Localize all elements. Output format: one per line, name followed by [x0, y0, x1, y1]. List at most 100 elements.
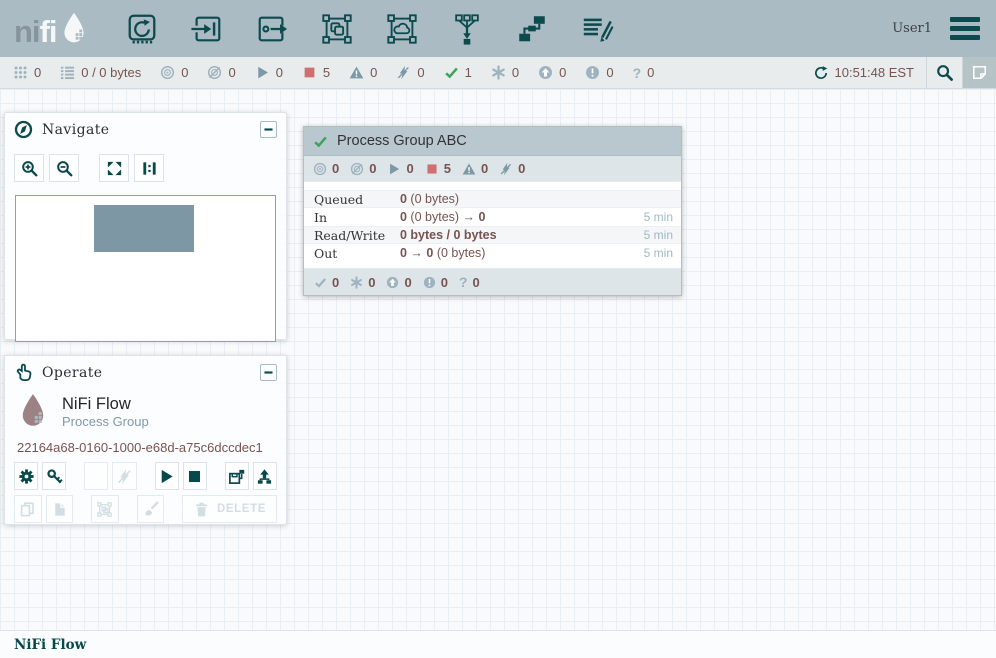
stale-status: 0 [538, 65, 566, 80]
compass-icon [14, 120, 33, 139]
nifi-logo: nifi [14, 11, 89, 47]
processor-icon[interactable] [123, 10, 161, 48]
pg-locally-modified-stale: 0 [423, 275, 448, 290]
status-right: 10:51:48 EST [814, 57, 996, 88]
birdseye-minimap[interactable] [15, 195, 276, 342]
pg-up-to-date: 0 [314, 275, 339, 290]
breadcrumb-root[interactable]: NiFi Flow [14, 637, 86, 653]
zoom-in-icon [21, 160, 38, 177]
configure-button[interactable] [14, 462, 38, 490]
process-group-component[interactable]: Process Group ABC 0 0 0 5 0 0 Queued 0 (… [303, 126, 682, 296]
metric-row-queued: Queued 0 (0 bytes) [304, 190, 681, 208]
disabled-icon [499, 162, 513, 176]
queued-status: 0 / 0 bytes [60, 65, 141, 80]
bolt-icon [88, 468, 105, 485]
one-to-one-icon [141, 160, 158, 177]
stop-button[interactable] [183, 462, 207, 490]
save-template-icon [228, 468, 245, 485]
component-toolbar [123, 10, 616, 48]
zoom-fit-button[interactable] [99, 154, 129, 182]
operate-buttons-row-1 [5, 462, 286, 495]
metric-row-read-write: Read/Write 0 bytes / 0 bytes 5 min [304, 226, 681, 244]
transmitting-icon [313, 162, 327, 176]
trash-icon [193, 501, 210, 518]
enable-button[interactable] [84, 462, 108, 490]
navigate-buttons [5, 146, 286, 186]
copy-button[interactable] [14, 495, 42, 523]
stop-icon [186, 468, 203, 485]
metric-row-in: In 0 (0 bytes) → 0 5 min [304, 208, 681, 226]
zoom-out-button[interactable] [49, 154, 79, 182]
process-group-versioned-stats: 0 0 0 0 ?0 [304, 268, 681, 295]
not-transmitting-status: 0 [207, 65, 235, 80]
pg-transmitting: 0 [313, 161, 339, 176]
flow-canvas[interactable]: Navigate Operate [0, 89, 996, 630]
cluster-grid-icon [13, 65, 28, 80]
sync-failure-icon: ? [633, 65, 642, 81]
invalid-icon [462, 162, 476, 176]
play-icon [158, 468, 175, 485]
locally-modified-stale-icon [585, 65, 600, 80]
disable-button[interactable] [112, 462, 136, 490]
minimap-component-rect [94, 205, 194, 252]
logo-text-fi: fi [40, 16, 57, 47]
stopped-status: 5 [302, 65, 330, 80]
operate-collapse-button[interactable] [260, 364, 277, 381]
up-to-date-icon [314, 276, 327, 289]
app-header: nifi User1 [0, 0, 996, 57]
metric-row-out: Out 0 → 0 (0 bytes) 5 min [304, 244, 681, 262]
transmitting-status: 0 [160, 65, 188, 80]
pg-running: 0 [387, 161, 413, 176]
group-button[interactable] [91, 495, 119, 523]
logo-text-ni: ni [14, 16, 40, 47]
process-group-metrics: Queued 0 (0 bytes) In 0 (0 bytes) → 0 5 … [304, 182, 681, 268]
create-template-button[interactable] [225, 462, 249, 490]
refresh-icon[interactable] [814, 66, 828, 80]
valid-check-icon [313, 134, 328, 149]
last-refresh-time: 10:51:48 EST [835, 65, 915, 80]
navigate-collapse-button[interactable] [260, 121, 277, 138]
start-button[interactable] [155, 462, 179, 490]
label-icon[interactable] [578, 10, 616, 48]
paste-icon [51, 501, 68, 518]
flow-status-bar: 0 0 / 0 bytes 0 0 0 5 0 0 1 0 0 0 ?0 10:… [0, 57, 996, 89]
search-icon [936, 64, 953, 81]
stale-icon [386, 276, 399, 289]
minus-icon [264, 125, 273, 134]
hand-icon [14, 363, 33, 382]
input-port-icon[interactable] [188, 10, 226, 48]
operate-buttons-row-2: DELETE [5, 495, 286, 528]
pg-not-transmitting: 0 [350, 161, 376, 176]
remote-process-group-icon[interactable] [383, 10, 421, 48]
change-color-button[interactable] [137, 495, 165, 523]
zoom-actual-size-button[interactable] [134, 154, 164, 182]
process-group-drop-icon [17, 392, 49, 431]
access-policies-button[interactable] [42, 462, 66, 490]
operate-title: Operate [42, 365, 102, 381]
bulletin-board-button[interactable] [962, 57, 996, 88]
selection-id: 22164a68-0160-1000-e68d-a75c6dccdec1 [5, 431, 286, 462]
paste-button[interactable] [46, 495, 74, 523]
pg-stopped: 5 [425, 161, 451, 176]
disabled-icon [396, 65, 411, 80]
stopped-icon [425, 162, 439, 176]
group-selection-icon [96, 501, 113, 518]
funnel-icon[interactable] [448, 10, 486, 48]
breadcrumb-bar: NiFi Flow [0, 630, 996, 658]
upload-template-button[interactable] [253, 462, 277, 490]
minus-icon [264, 368, 273, 377]
current-user[interactable]: User1 [892, 21, 932, 36]
locally-modified-stale-status: 0 [585, 65, 613, 80]
process-group-icon[interactable] [318, 10, 356, 48]
paint-brush-icon [142, 501, 159, 518]
delete-label: DELETE [217, 503, 266, 515]
template-icon[interactable] [513, 10, 551, 48]
operate-header: Operate [5, 356, 286, 389]
output-port-icon[interactable] [253, 10, 291, 48]
delete-button[interactable]: DELETE [182, 495, 277, 523]
copy-icon [19, 501, 36, 518]
global-menu-icon[interactable] [948, 15, 982, 42]
search-button[interactable] [926, 57, 962, 88]
zoom-in-button[interactable] [14, 154, 44, 182]
sync-failure-icon: ? [459, 274, 468, 290]
